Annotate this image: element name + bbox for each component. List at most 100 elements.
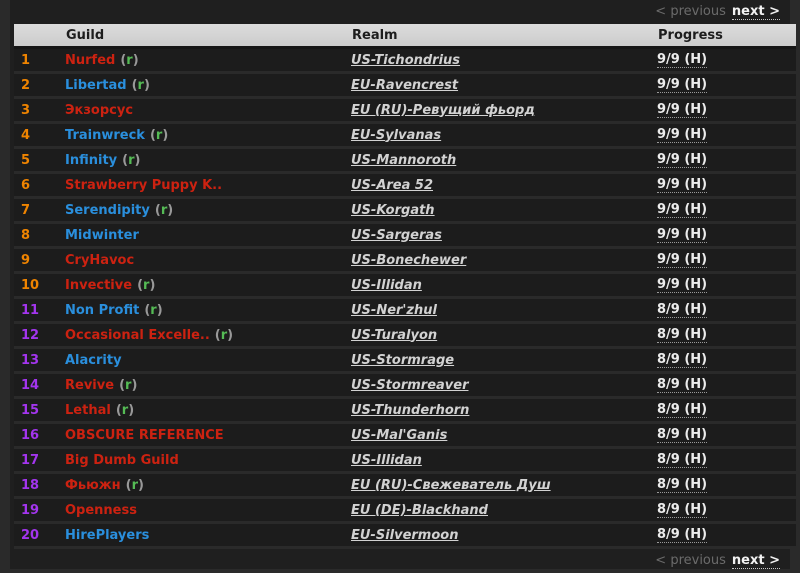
realm-link[interactable]: US-Illidan (351, 453, 422, 468)
progress-link[interactable]: 9/9 (H) (657, 252, 708, 268)
guild-rank: 20 (14, 522, 60, 549)
guild-rank: 11 (14, 297, 60, 324)
table-row: 10 Invective (r) US-Illidan 9/9 (H) (14, 272, 796, 299)
guild-name-link[interactable]: OBSCURE REFERENCE (65, 428, 224, 443)
guild-rank: 17 (14, 447, 60, 474)
progress-link[interactable]: 9/9 (H) (657, 102, 708, 118)
realm-link[interactable]: EU-Sylvanas (351, 128, 441, 143)
guild-rank: 18 (14, 472, 60, 499)
recruiting-flag: (r) (122, 152, 141, 168)
progress-link[interactable]: 9/9 (H) (657, 52, 708, 68)
guild-name-link[interactable]: Big Dumb Guild (65, 453, 179, 468)
progress-link[interactable]: 9/9 (H) (657, 227, 708, 243)
guild-name-link[interactable]: Serendipity (65, 203, 150, 218)
realm-link[interactable]: US-Tichondrius (351, 53, 460, 68)
realm-link[interactable]: EU-Ravencrest (351, 78, 458, 93)
table-row: 9 CryHavoc US-Bonechewer 9/9 (H) (14, 247, 796, 274)
guild-name-link[interactable]: Nurfed (65, 53, 115, 68)
progress-link[interactable]: 9/9 (H) (657, 277, 708, 293)
realm-link[interactable]: US-Ner'zhul (351, 303, 437, 318)
guild-rank: 3 (14, 97, 60, 124)
realm-link[interactable]: EU (RU)-Ревущий фьорд (351, 103, 535, 118)
progress-link[interactable]: 9/9 (H) (657, 177, 708, 193)
table-row: 7 Serendipity (r) US-Korgath 9/9 (H) (14, 197, 796, 224)
guild-rank: 7 (14, 197, 60, 224)
realm-link[interactable]: US-Sargeras (351, 228, 442, 243)
guild-name-link[interactable]: Midwinter (65, 228, 139, 243)
guild-name-link[interactable]: Экзорсус (65, 103, 133, 118)
guild-rank: 14 (14, 372, 60, 399)
realm-link[interactable]: EU (DE)-Blackhand (351, 503, 488, 518)
progress-link[interactable]: 8/9 (H) (657, 327, 708, 343)
guild-rank: 5 (14, 147, 60, 174)
realm-link[interactable]: US-Turalyon (351, 328, 437, 343)
progress-link[interactable]: 8/9 (H) (657, 352, 708, 368)
column-header-realm: Realm (346, 24, 652, 49)
guild-rank: 9 (14, 247, 60, 274)
guild-name-link[interactable]: Trainwreck (65, 128, 145, 143)
recruiting-flag: (r) (115, 402, 135, 418)
realm-link[interactable]: US-Thunderhorn (351, 403, 469, 418)
next-page-link[interactable]: next > (731, 4, 780, 20)
recruiting-flag: (r) (137, 277, 156, 293)
guild-rank: 16 (14, 422, 60, 449)
progress-link[interactable]: 8/9 (H) (657, 527, 708, 543)
realm-link[interactable]: US-Stormreaver (351, 378, 468, 393)
recruiting-flag: (r) (120, 52, 139, 68)
realm-link[interactable]: US-Mannoroth (351, 153, 456, 168)
progress-link[interactable]: 8/9 (H) (657, 402, 708, 418)
guild-rank: 6 (14, 172, 60, 199)
realm-link[interactable]: US-Illidan (351, 278, 422, 293)
realm-link[interactable]: US-Bonechewer (351, 253, 466, 268)
realm-link[interactable]: US-Korgath (351, 203, 435, 218)
guild-name-link[interactable]: Фьюжн (65, 478, 121, 493)
table-row: 2 Libertad (r) EU-Ravencrest 9/9 (H) (14, 72, 796, 99)
recruiting-flag: (r) (119, 377, 138, 393)
table-row: 5 Infinity (r) US-Mannoroth 9/9 (H) (14, 147, 796, 174)
pager-bottom: < previous next > (10, 549, 790, 573)
guild-name-link[interactable]: Strawberry Puppy K.. (65, 178, 222, 193)
guild-name-link[interactable]: Infinity (65, 153, 117, 168)
guild-name-link[interactable]: Libertad (65, 78, 127, 93)
guild-name-link[interactable]: Non Profit (65, 303, 139, 318)
guild-name-link[interactable]: Occasional Excelle.. (65, 328, 210, 343)
guild-name-link[interactable]: Revive (65, 378, 114, 393)
progress-link[interactable]: 8/9 (H) (657, 452, 708, 468)
guild-name-link[interactable]: Alacrity (65, 353, 122, 368)
progress-link[interactable]: 8/9 (H) (657, 302, 708, 318)
table-row: 19 Openness EU (DE)-Blackhand 8/9 (H) (14, 497, 796, 524)
guild-name-link[interactable]: CryHavoc (65, 253, 134, 268)
realm-link[interactable]: US-Mal'Ganis (351, 428, 447, 443)
progress-link[interactable]: 9/9 (H) (657, 77, 708, 93)
realm-link[interactable]: EU-Silvermoon (351, 528, 458, 543)
guild-name-link[interactable]: Invective (65, 278, 132, 293)
recruiting-flag: (r) (214, 327, 234, 343)
table-row: 13 Alacrity US-Stormrage 8/9 (H) (14, 347, 796, 374)
progress-link[interactable]: 8/9 (H) (657, 502, 708, 518)
guild-name-link[interactable]: Openness (65, 503, 137, 518)
progress-link[interactable]: 9/9 (H) (657, 152, 708, 168)
guild-rank: 4 (14, 122, 60, 149)
progress-link[interactable]: 8/9 (H) (657, 427, 708, 443)
table-row: 17 Big Dumb Guild US-Illidan 8/9 (H) (14, 447, 796, 474)
next-page-link[interactable]: next > (731, 553, 780, 569)
progress-link[interactable]: 8/9 (H) (657, 377, 708, 393)
recruiting-flag: (r) (131, 77, 150, 93)
realm-link[interactable]: US-Area 52 (351, 178, 433, 193)
guild-name-link[interactable]: Lethal (65, 403, 111, 418)
table-row: 3 Экзорсус EU (RU)-Ревущий фьорд 9/9 (H) (14, 97, 796, 124)
guild-name-link[interactable]: HirePlayers (65, 528, 149, 543)
guild-rank: 10 (14, 272, 60, 299)
progress-link[interactable]: 9/9 (H) (657, 202, 708, 218)
guild-ranking-table: Guild Realm Progress 1 Nurfed (r) US-Tich… (14, 24, 796, 549)
previous-page-link[interactable]: < previous (655, 553, 726, 568)
guild-rank: 8 (14, 222, 60, 249)
guild-rank: 12 (14, 322, 60, 349)
previous-page-link[interactable]: < previous (655, 4, 726, 19)
progress-link[interactable]: 8/9 (H) (657, 477, 708, 493)
table-row: 11 Non Profit (r) US-Ner'zhul 8/9 (H) (14, 297, 796, 324)
table-header-row: Guild Realm Progress (14, 24, 796, 49)
realm-link[interactable]: EU (RU)-Свежеватель Душ (351, 478, 551, 493)
progress-link[interactable]: 9/9 (H) (657, 127, 708, 143)
realm-link[interactable]: US-Stormrage (351, 353, 454, 368)
